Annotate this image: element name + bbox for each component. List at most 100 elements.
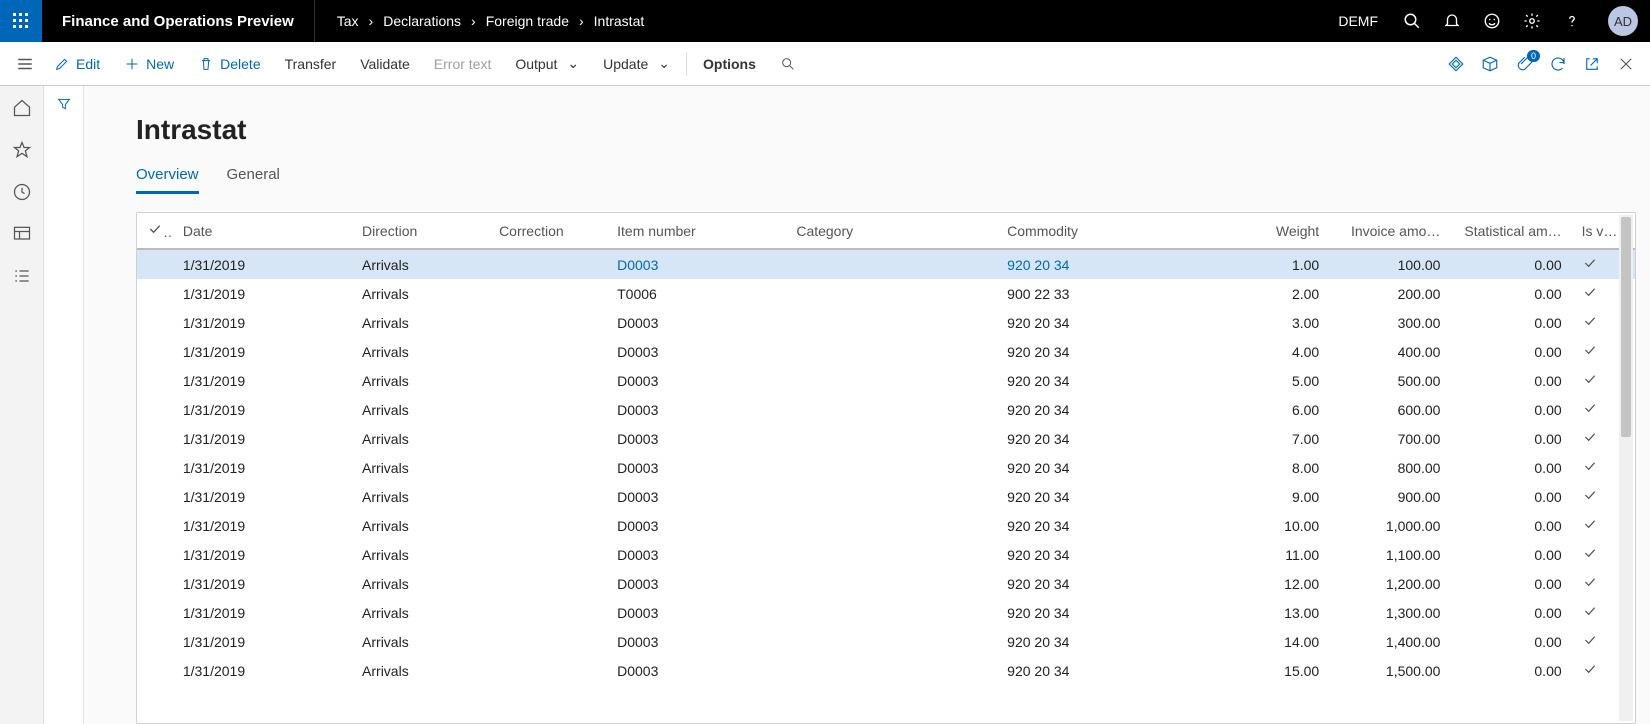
cell-direction[interactable]: Arrivals	[352, 482, 489, 511]
table-row[interactable]: 1/31/2019ArrivalsD0003920 20 349.00900.0…	[137, 482, 1635, 511]
cell-date[interactable]: 1/31/2019	[173, 249, 352, 279]
cell-stat[interactable]: 0.00	[1450, 395, 1571, 424]
cell-stat[interactable]: 0.00	[1450, 337, 1571, 366]
validate-button[interactable]: Validate	[348, 42, 422, 86]
cell-commodity[interactable]: 920 20 34	[997, 424, 1229, 453]
cell-item[interactable]: D0003	[607, 424, 786, 453]
table-row[interactable]: 1/31/2019ArrivalsD0003920 20 3413.001,30…	[137, 598, 1635, 627]
cell-direction[interactable]: Arrivals	[352, 337, 489, 366]
transfer-button[interactable]: Transfer	[273, 42, 349, 86]
scrollbar-thumb[interactable]	[1621, 217, 1631, 437]
cell-invoice[interactable]: 600.00	[1329, 395, 1450, 424]
cell-direction[interactable]: Arrivals	[352, 511, 489, 540]
cell-item[interactable]: D0003	[607, 656, 786, 685]
cell-correction[interactable]	[489, 279, 607, 308]
refresh-icon[interactable]	[1548, 54, 1568, 74]
cell-correction[interactable]	[489, 656, 607, 685]
cell-direction[interactable]: Arrivals	[352, 279, 489, 308]
col-date[interactable]: Date	[173, 213, 352, 249]
cell-correction[interactable]	[489, 569, 607, 598]
cell-weight[interactable]: 10.00	[1229, 511, 1329, 540]
clock-icon[interactable]	[12, 182, 32, 202]
cell-item[interactable]: D0003	[607, 337, 786, 366]
cell-weight[interactable]: 3.00	[1229, 308, 1329, 337]
cell-invoice[interactable]: 1,100.00	[1329, 540, 1450, 569]
cell-direction[interactable]: Arrivals	[352, 598, 489, 627]
cell-commodity[interactable]: 920 20 34	[997, 540, 1229, 569]
cell-correction[interactable]	[489, 511, 607, 540]
cell-stat[interactable]: 0.00	[1450, 511, 1571, 540]
col-item[interactable]: Item number	[607, 213, 786, 249]
col-commodity[interactable]: Commodity	[997, 213, 1229, 249]
cell-date[interactable]: 1/31/2019	[173, 569, 352, 598]
row-checkbox[interactable]	[137, 279, 173, 308]
cell-invoice[interactable]: 1,300.00	[1329, 598, 1450, 627]
row-checkbox[interactable]	[137, 627, 173, 656]
cell-invoice[interactable]: 1,200.00	[1329, 569, 1450, 598]
tab-overview[interactable]: Overview	[136, 166, 199, 194]
cell-item[interactable]: D0003	[607, 395, 786, 424]
cell-commodity[interactable]: 920 20 34	[997, 511, 1229, 540]
app-launcher-icon[interactable]	[0, 0, 42, 42]
row-checkbox[interactable]	[137, 337, 173, 366]
cell-category[interactable]	[786, 453, 997, 482]
cell-date[interactable]: 1/31/2019	[173, 279, 352, 308]
row-checkbox[interactable]	[137, 249, 173, 279]
cell-category[interactable]	[786, 598, 997, 627]
avatar[interactable]: AD	[1608, 6, 1638, 36]
table-row[interactable]: 1/31/2019ArrivalsT0006900 22 332.00200.0…	[137, 279, 1635, 308]
cell-correction[interactable]	[489, 395, 607, 424]
cell-commodity[interactable]: 920 20 34	[997, 482, 1229, 511]
cell-direction[interactable]: Arrivals	[352, 656, 489, 685]
cell-direction[interactable]: Arrivals	[352, 453, 489, 482]
cell-direction[interactable]: Arrivals	[352, 249, 489, 279]
edit-button[interactable]: Edit	[42, 42, 112, 86]
table-row[interactable]: 1/31/2019ArrivalsD0003920 20 3414.001,40…	[137, 627, 1635, 656]
col-stat[interactable]: Statistical am…	[1450, 213, 1571, 249]
star-icon[interactable]	[12, 140, 32, 160]
breadcrumb-item[interactable]: Tax	[337, 13, 359, 29]
help-icon[interactable]	[1562, 11, 1582, 31]
cell-stat[interactable]: 0.00	[1450, 627, 1571, 656]
cell-item[interactable]: D0003	[607, 308, 786, 337]
cell-invoice[interactable]: 500.00	[1329, 366, 1450, 395]
diamond-icon[interactable]	[1446, 54, 1466, 74]
cell-date[interactable]: 1/31/2019	[173, 511, 352, 540]
cell-item[interactable]: T0006	[607, 279, 786, 308]
cell-invoice[interactable]: 1,000.00	[1329, 511, 1450, 540]
cell-category[interactable]	[786, 249, 997, 279]
cell-category[interactable]	[786, 569, 997, 598]
cell-invoice[interactable]: 900.00	[1329, 482, 1450, 511]
cell-category[interactable]	[786, 308, 997, 337]
table-row[interactable]: 1/31/2019ArrivalsD0003920 20 3415.001,50…	[137, 656, 1635, 685]
cell-correction[interactable]	[489, 627, 607, 656]
cell-weight[interactable]: 15.00	[1229, 656, 1329, 685]
cell-category[interactable]	[786, 279, 997, 308]
cell-item[interactable]: D0003	[607, 598, 786, 627]
company-picker[interactable]: DEMF	[1338, 13, 1382, 29]
cell-commodity[interactable]: 920 20 34	[997, 453, 1229, 482]
table-row[interactable]: 1/31/2019ArrivalsD0003920 20 348.00800.0…	[137, 453, 1635, 482]
cell-item[interactable]: D0003	[607, 366, 786, 395]
cell-item[interactable]: D0003	[607, 511, 786, 540]
cell-invoice[interactable]: 400.00	[1329, 337, 1450, 366]
cell-commodity[interactable]: 920 20 34	[997, 598, 1229, 627]
cell-date[interactable]: 1/31/2019	[173, 482, 352, 511]
cell-invoice[interactable]: 200.00	[1329, 279, 1450, 308]
cell-category[interactable]	[786, 540, 997, 569]
table-row[interactable]: 1/31/2019ArrivalsD0003920 20 343.00300.0…	[137, 308, 1635, 337]
cell-commodity[interactable]: 920 20 34	[997, 308, 1229, 337]
cell-stat[interactable]: 0.00	[1450, 598, 1571, 627]
popout-icon[interactable]	[1582, 54, 1602, 74]
cell-stat[interactable]: 0.00	[1450, 366, 1571, 395]
breadcrumb-item[interactable]: Declarations	[383, 13, 461, 29]
gear-icon[interactable]	[1522, 11, 1542, 31]
cell-stat[interactable]: 0.00	[1450, 279, 1571, 308]
table-row[interactable]: 1/31/2019ArrivalsD0003920 20 3412.001,20…	[137, 569, 1635, 598]
workspace-icon[interactable]	[12, 224, 32, 244]
output-dropdown[interactable]: Output⌄	[503, 42, 591, 86]
select-all[interactable]	[137, 213, 173, 249]
hamburger-icon[interactable]	[8, 55, 42, 73]
new-button[interactable]: New	[112, 42, 186, 86]
cell-weight[interactable]: 12.00	[1229, 569, 1329, 598]
